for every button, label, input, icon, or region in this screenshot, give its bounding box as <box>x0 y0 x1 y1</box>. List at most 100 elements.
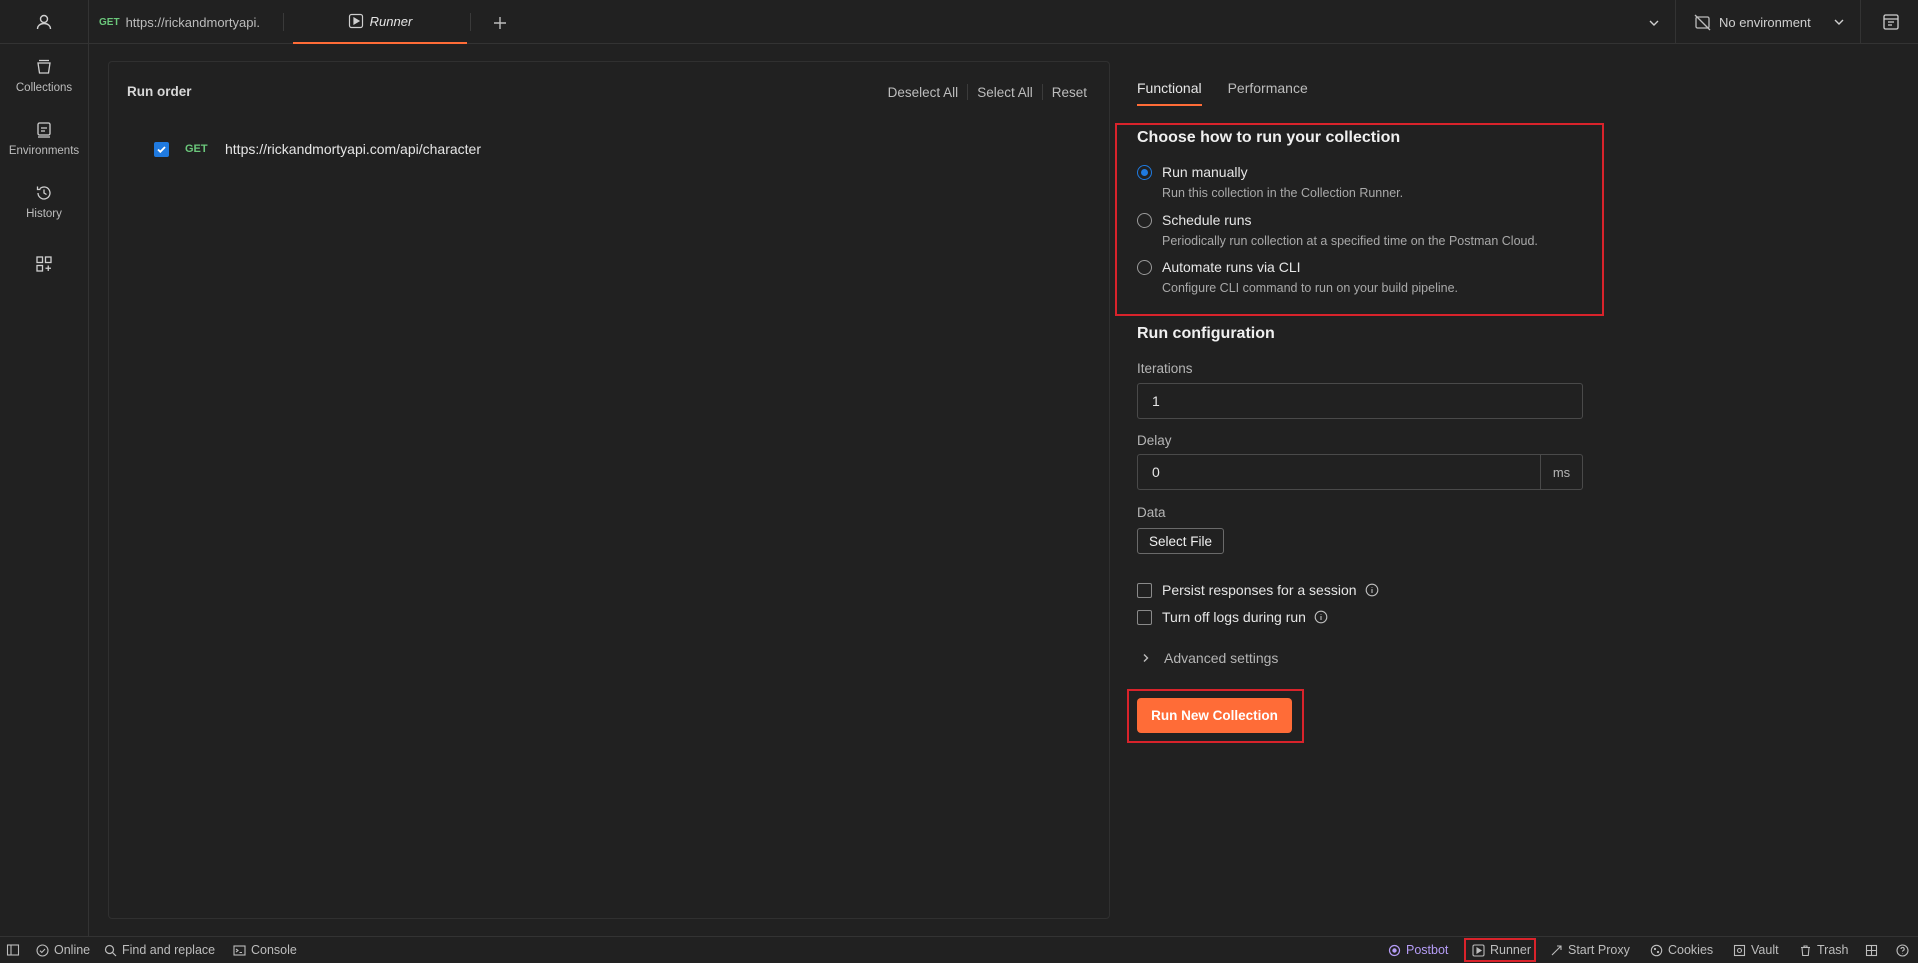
vault-button[interactable]: Vault <box>1733 937 1779 963</box>
radio-description: Configure CLI command to run on your bui… <box>1162 281 1459 295</box>
tab-request[interactable]: GET https://rickandmortyapi. <box>99 0 281 44</box>
advanced-settings-toggle[interactable]: Advanced settings <box>1140 650 1278 666</box>
environment-selector[interactable]: No environment <box>1675 0 1861 44</box>
trash-button[interactable]: Trash <box>1799 937 1849 963</box>
console-button[interactable]: Console <box>233 937 297 963</box>
run-order-actions: Deselect All Select All Reset <box>888 84 1087 100</box>
turn-off-logs-checkbox[interactable] <box>1137 609 1152 625</box>
tab-request-title: https://rickandmortyapi. <box>125 14 260 30</box>
automate-cli-option[interactable]: Automate runs via CLI Configure CLI comm… <box>1137 259 1458 295</box>
persist-responses-checkbox[interactable] <box>1137 582 1152 598</box>
tab-runner[interactable]: Runner <box>293 0 467 44</box>
delay-field: ms <box>1137 454 1583 490</box>
data-label: Data <box>1137 505 1166 520</box>
help-icon <box>1896 943 1914 957</box>
schedule-runs-radio[interactable] <box>1137 212 1152 228</box>
history-icon <box>35 184 53 202</box>
find-replace-button[interactable]: Find and replace <box>104 937 215 963</box>
user-icon <box>35 13 53 31</box>
layout-button[interactable] <box>1865 937 1883 963</box>
account-button[interactable] <box>0 0 89 44</box>
console-icon <box>233 944 251 957</box>
runner-mode-tabs: Functional Performance <box>1137 80 1334 106</box>
environment-quick-look-button[interactable] <box>1880 11 1902 33</box>
turn-off-logs-option[interactable]: Turn off logs during run <box>1137 609 1328 625</box>
postbot-icon <box>1388 944 1406 957</box>
list-item[interactable]: GET https://rickandmortyapi.com/api/char… <box>154 141 481 157</box>
check-icon <box>157 145 166 153</box>
advanced-settings-label: Advanced settings <box>1164 650 1279 666</box>
reset-button[interactable]: Reset <box>1052 85 1087 100</box>
sidebar-item-label: Collections <box>15 82 73 94</box>
sidebar-item-collections[interactable]: Collections <box>0 48 88 104</box>
tabs-dropdown-button[interactable] <box>1643 12 1665 34</box>
start-proxy-button[interactable]: Start Proxy <box>1550 937 1630 963</box>
run-new-collection-button[interactable]: Run New Collection <box>1137 698 1292 733</box>
iterations-label: Iterations <box>1137 361 1193 376</box>
toggle-sidebar-button[interactable] <box>6 937 25 963</box>
layout-icon <box>1865 944 1883 957</box>
schedule-runs-option[interactable]: Schedule runs Periodically run collectio… <box>1137 212 1538 248</box>
tab-divider <box>283 13 284 31</box>
run-mode-title: Choose how to run your collection <box>1137 129 1401 146</box>
environment-settings-icon <box>1882 13 1900 31</box>
tab-method-badge: GET <box>99 16 120 28</box>
run-manually-radio[interactable] <box>1137 164 1152 180</box>
sidebar-item-history[interactable]: History <box>0 174 88 230</box>
proxy-icon <box>1550 944 1568 957</box>
deselect-all-button[interactable]: Deselect All <box>888 85 959 100</box>
sidebar-item-label: Environments <box>8 145 80 157</box>
run-manually-option[interactable]: Run manually Run this collection in the … <box>1137 164 1403 200</box>
request-method: GET <box>185 143 208 155</box>
divider <box>967 84 969 100</box>
collections-icon <box>35 58 53 76</box>
info-icon[interactable] <box>1365 583 1379 597</box>
add-workbench-icon <box>35 255 53 273</box>
help-button[interactable] <box>1896 937 1914 963</box>
postbot-label: Postbot <box>1406 943 1449 957</box>
radio-label: Schedule runs <box>1162 212 1252 228</box>
radio-description: Periodically run collection at a specifi… <box>1162 234 1538 248</box>
online-status[interactable]: Online <box>36 937 90 963</box>
request-url: https://rickandmortyapi.com/api/characte… <box>225 141 481 157</box>
radio-description: Run this collection in the Collection Ru… <box>1162 186 1404 200</box>
tab-functional[interactable]: Functional <box>1137 80 1202 106</box>
trash-icon <box>1799 944 1817 957</box>
automate-cli-radio[interactable] <box>1137 259 1152 275</box>
top-bar: GET https://rickandmortyapi. Runner No e… <box>0 0 1918 44</box>
delay-label: Delay <box>1137 433 1172 448</box>
start-proxy-label: Start Proxy <box>1568 943 1630 957</box>
new-tab-button[interactable] <box>489 12 511 34</box>
iterations-input[interactable] <box>1137 383 1583 419</box>
search-icon <box>104 944 122 957</box>
online-label: Online <box>54 943 91 957</box>
postbot-button[interactable]: Postbot <box>1388 937 1448 963</box>
plus-icon <box>492 15 508 31</box>
select-file-button[interactable]: Select File <box>1137 528 1225 554</box>
chevron-down-icon <box>1647 16 1661 30</box>
sidebar-item-label: History <box>26 208 62 220</box>
info-icon[interactable] <box>1314 610 1328 624</box>
delay-input[interactable] <box>1138 455 1540 489</box>
cookies-label: Cookies <box>1668 943 1714 957</box>
select-all-button[interactable]: Select All <box>977 85 1033 100</box>
persist-responses-option[interactable]: Persist responses for a session <box>1137 582 1379 598</box>
checkbox-label: Persist responses for a session <box>1162 582 1357 598</box>
sidebar-toggle-icon <box>6 943 25 957</box>
environments-icon <box>35 121 53 139</box>
divider <box>1041 84 1043 100</box>
console-label: Console <box>251 943 297 957</box>
chevron-down-icon <box>1832 15 1846 29</box>
online-check-icon <box>36 943 54 957</box>
vault-label: Vault <box>1751 943 1779 957</box>
sidebar-item-configure[interactable] <box>0 244 88 284</box>
play-icon <box>348 13 370 29</box>
runner-button[interactable]: Runner <box>1472 937 1531 963</box>
sidebar-item-environments[interactable]: Environments <box>0 111 88 167</box>
cookies-button[interactable]: Cookies <box>1650 937 1713 963</box>
request-checkbox[interactable] <box>154 141 169 157</box>
tab-performance[interactable]: Performance <box>1228 80 1308 106</box>
play-icon <box>1472 943 1490 957</box>
run-order-title: Run order <box>127 84 192 99</box>
run-config-title: Run configuration <box>1137 325 1275 342</box>
